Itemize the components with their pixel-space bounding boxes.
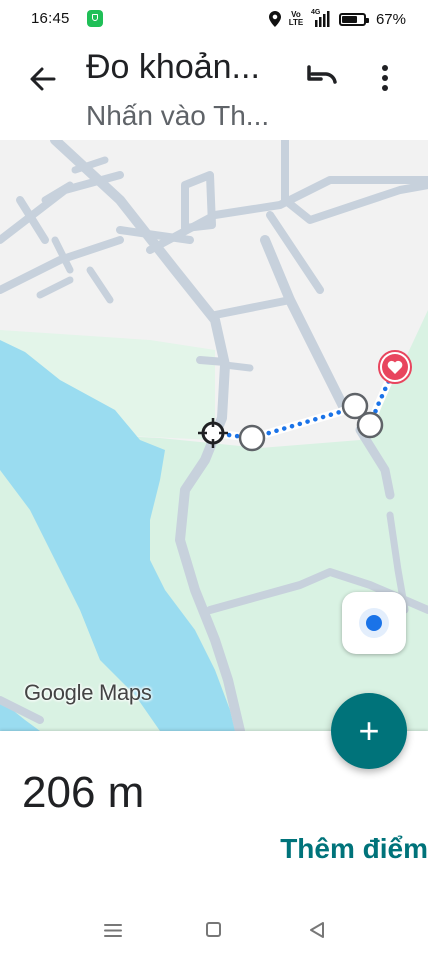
distance-value: 206 m bbox=[22, 768, 145, 817]
measure-point[interactable] bbox=[356, 411, 384, 439]
status-icons: Vo LTE 4G 67% bbox=[268, 9, 406, 29]
app-header: Đo khoản... Nhấn vào Th... bbox=[0, 38, 428, 140]
plus-icon: + bbox=[358, 710, 380, 751]
my-location-icon bbox=[366, 615, 382, 631]
status-bar: 16:45 Vo LTE 4G 67% bbox=[0, 0, 428, 38]
menu-icon[interactable] bbox=[104, 923, 122, 938]
location-pin-icon bbox=[268, 11, 281, 27]
more-vert-icon bbox=[382, 65, 388, 91]
page-title: Đo khoản... bbox=[86, 48, 260, 86]
signal-icon: 4G bbox=[311, 9, 333, 27]
add-point-button[interactable]: Thêm điểm bbox=[280, 833, 428, 865]
battery-percent: 67% bbox=[375, 10, 406, 28]
more-options-button[interactable] bbox=[368, 58, 402, 98]
system-nav-bar bbox=[0, 901, 428, 959]
map-view[interactable]: Google Maps bbox=[0, 140, 428, 731]
volte-icon: Vo LTE bbox=[288, 10, 304, 27]
page-subtitle: Nhấn vào Th... bbox=[86, 100, 270, 131]
add-point-fab[interactable]: + bbox=[331, 693, 407, 769]
measure-point[interactable] bbox=[238, 424, 266, 452]
home-square-icon[interactable] bbox=[206, 922, 221, 937]
heart-icon[interactable] bbox=[378, 350, 412, 384]
undo-icon bbox=[307, 65, 337, 84]
back-button[interactable] bbox=[24, 60, 62, 98]
undo-button[interactable] bbox=[300, 58, 344, 98]
my-location-button[interactable] bbox=[342, 592, 406, 654]
arrow-back-icon bbox=[30, 67, 56, 91]
battery-icon bbox=[338, 12, 369, 26]
map-attribution: Google Maps bbox=[24, 680, 152, 705]
status-time: 16:45 bbox=[31, 10, 70, 27]
shield-icon bbox=[87, 10, 103, 27]
back-triangle-icon[interactable] bbox=[308, 921, 326, 939]
